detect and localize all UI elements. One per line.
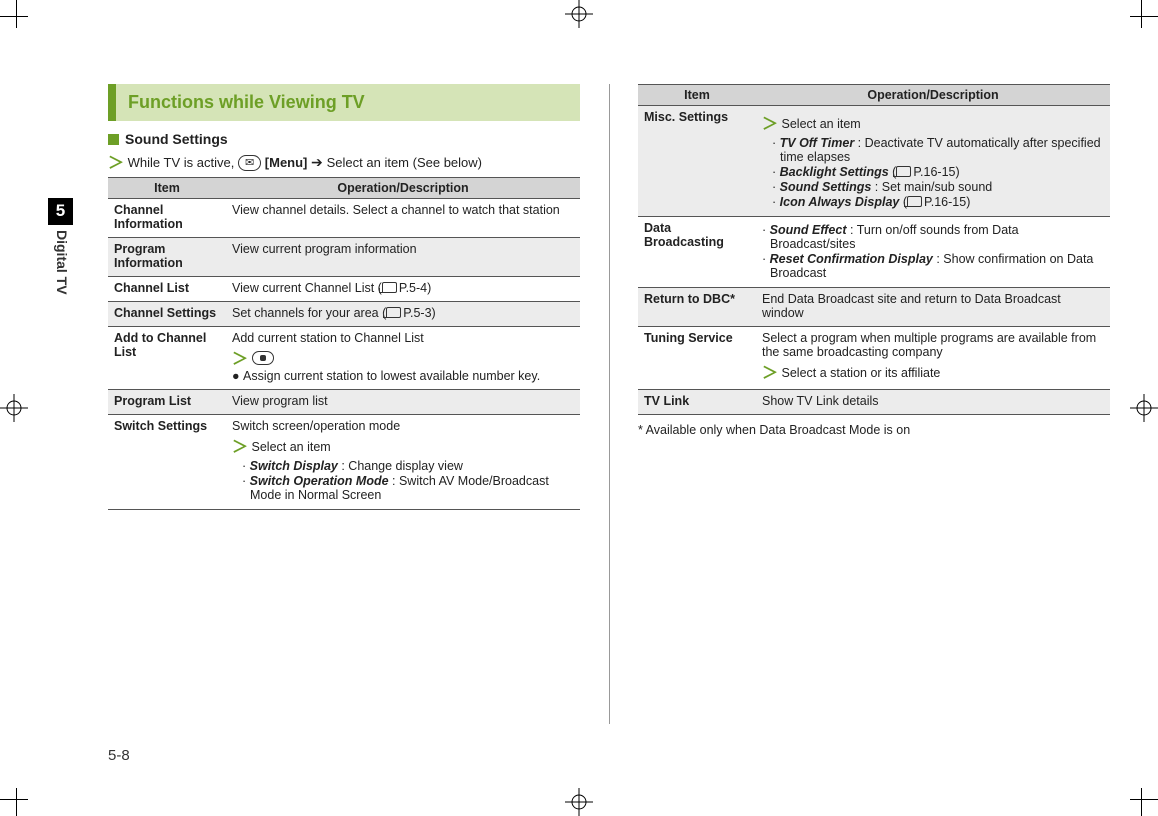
section-heading: Functions while Viewing TV — [108, 84, 580, 121]
row-desc: Add current station to Channel List ＞ ● … — [226, 327, 580, 390]
sub-heading: Sound Settings — [108, 131, 580, 147]
table-row: Add to Channel List Add current station … — [108, 327, 580, 390]
step-arrow-icon: ＞ — [762, 365, 778, 382]
row-desc: ＞ Select an item TV Off Timer : Deactiva… — [756, 106, 1110, 217]
row-desc: View program list — [226, 390, 580, 415]
row-item: Channel Settings — [108, 302, 226, 327]
list-item: Icon Always Display (P.16-15) — [772, 195, 1104, 209]
crop-mark — [1124, 782, 1158, 816]
step-arrow-icon: ＞ — [108, 155, 124, 172]
center-key-icon — [252, 351, 274, 365]
col-header-item: Item — [638, 85, 756, 106]
table-row: Program Information View current program… — [108, 238, 580, 277]
reference-icon — [896, 166, 911, 177]
intro-text-post: Select an item (See below) — [327, 155, 482, 170]
list-item: Sound Settings : Set main/sub sound — [772, 180, 1104, 194]
row-item: Add to Channel List — [108, 327, 226, 390]
row-desc: Select a program when multiple programs … — [756, 327, 1110, 390]
list-item: Switch Operation Mode : Switch AV Mode/B… — [242, 474, 574, 502]
row-desc: End Data Broadcast site and return to Da… — [756, 288, 1110, 327]
chapter-number: 5 — [48, 198, 73, 225]
col-header-desc: Operation/Description — [756, 85, 1110, 106]
list-item: Reset Confirmation Display : Show confir… — [762, 252, 1104, 280]
row-item: Program List — [108, 390, 226, 415]
operations-table-right: Item Operation/Description Misc. Setting… — [638, 84, 1110, 415]
table-row: TV Link Show TV Link details — [638, 390, 1110, 415]
row-item: TV Link — [638, 390, 756, 415]
col-header-desc: Operation/Description — [226, 178, 580, 199]
row-item: Program Information — [108, 238, 226, 277]
reference-icon — [382, 282, 397, 293]
row-item: Switch Settings — [108, 415, 226, 510]
left-column: Functions while Viewing TV Sound Setting… — [108, 84, 580, 724]
list-item: TV Off Timer : Deactivate TV automatical… — [772, 136, 1104, 164]
right-column: Item Operation/Description Misc. Setting… — [638, 84, 1110, 724]
row-item: Channel List — [108, 277, 226, 302]
reference-icon — [386, 307, 401, 318]
table-row: Misc. Settings ＞ Select an item TV Off T… — [638, 106, 1110, 217]
arrow-icon: ➔ — [311, 154, 327, 170]
chapter-tab: 5 Digital TV — [48, 198, 78, 225]
page-number: 5-8 — [108, 747, 130, 764]
table-row: Switch Settings Switch screen/operation … — [108, 415, 580, 510]
chapter-label: Digital TV — [54, 230, 70, 295]
column-separator — [609, 84, 610, 724]
table-row: Tuning Service Select a program when mul… — [638, 327, 1110, 390]
registration-mark — [0, 394, 28, 422]
row-item: Data Broadcasting — [638, 217, 756, 288]
registration-mark — [1130, 394, 1158, 422]
crop-mark — [1124, 0, 1158, 34]
row-desc: View current Channel List (P.5-4) — [226, 277, 580, 302]
row-desc: Show TV Link details — [756, 390, 1110, 415]
operations-table-left: Item Operation/Description Channel Infor… — [108, 177, 580, 510]
table-row: Data Broadcasting Sound Effect : Turn on… — [638, 217, 1110, 288]
menu-label: [Menu] — [265, 155, 308, 170]
registration-mark — [565, 788, 593, 816]
step-arrow-icon: ＞ — [232, 351, 248, 368]
list-item: Sound Effect : Turn on/off sounds from D… — [762, 223, 1104, 251]
table-row: Program List View program list — [108, 390, 580, 415]
row-desc: Set channels for your area (P.5-3) — [226, 302, 580, 327]
sub-heading-text: Sound Settings — [125, 131, 228, 147]
step-arrow-icon: ＞ — [232, 439, 248, 456]
table-row: Channel Information View channel details… — [108, 199, 580, 238]
table-row: Channel Settings Set channels for your a… — [108, 302, 580, 327]
reference-icon — [907, 196, 922, 207]
row-desc: Sound Effect : Turn on/off sounds from D… — [756, 217, 1110, 288]
footnote: * Available only when Data Broadcast Mod… — [638, 423, 1110, 437]
row-item: Return to DBC* — [638, 288, 756, 327]
registration-mark — [565, 0, 593, 28]
row-item: Misc. Settings — [638, 106, 756, 217]
table-row: Channel List View current Channel List (… — [108, 277, 580, 302]
list-item: Backlight Settings (P.16-15) — [772, 165, 1104, 179]
row-desc: View current program information — [226, 238, 580, 277]
row-desc: Switch screen/operation mode ＞ Select an… — [226, 415, 580, 510]
intro-text: While TV is active, — [128, 155, 238, 170]
mail-key-icon: ✉ — [238, 155, 261, 171]
row-item: Channel Information — [108, 199, 226, 238]
list-item: Switch Display : Change display view — [242, 459, 574, 473]
square-bullet-icon — [108, 134, 119, 145]
step-arrow-icon: ＞ — [762, 116, 778, 133]
table-row: Return to DBC* End Data Broadcast site a… — [638, 288, 1110, 327]
col-header-item: Item — [108, 178, 226, 199]
intro-line: ＞ While TV is active, ✉ [Menu] ➔ Select … — [108, 149, 580, 173]
row-item: Tuning Service — [638, 327, 756, 390]
crop-mark — [0, 782, 34, 816]
row-desc: View channel details. Select a channel t… — [226, 199, 580, 238]
crop-mark — [0, 0, 34, 34]
